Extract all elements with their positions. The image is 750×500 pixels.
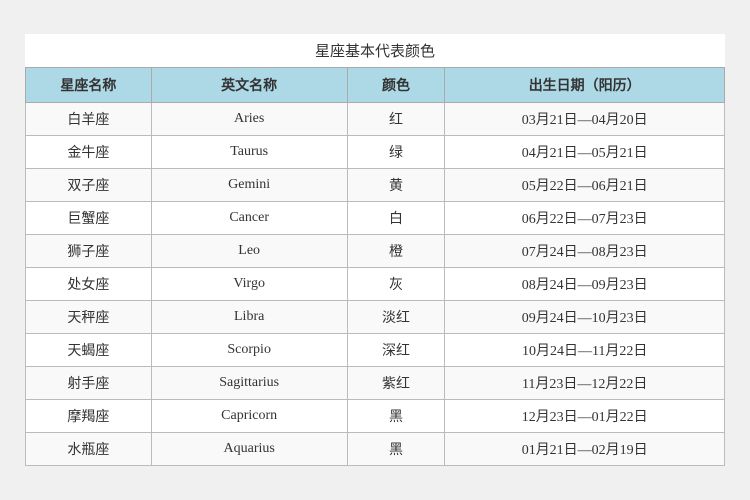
main-container: 星座基本代表颜色 星座名称 英文名称 颜色 出生日期（阳历） 白羊座Aries红… — [25, 34, 725, 466]
cell-date: 04月21日—05月21日 — [445, 136, 725, 169]
table-row: 射手座Sagittarius紫红11月23日—12月22日 — [26, 367, 725, 400]
table-row: 金牛座Taurus绿04月21日—05月21日 — [26, 136, 725, 169]
table-row: 狮子座Leo橙07月24日—08月23日 — [26, 235, 725, 268]
zodiac-table: 星座名称 英文名称 颜色 出生日期（阳历） 白羊座Aries红03月21日—04… — [25, 67, 725, 466]
cell-english-name: Taurus — [151, 136, 347, 169]
table-header-row: 星座名称 英文名称 颜色 出生日期（阳历） — [26, 68, 725, 103]
cell-chinese-name: 处女座 — [26, 268, 152, 301]
table-row: 摩羯座Capricorn黑12月23日—01月22日 — [26, 400, 725, 433]
header-date: 出生日期（阳历） — [445, 68, 725, 103]
cell-english-name: Scorpio — [151, 334, 347, 367]
cell-date: 10月24日—11月22日 — [445, 334, 725, 367]
cell-english-name: Cancer — [151, 202, 347, 235]
cell-chinese-name: 白羊座 — [26, 103, 152, 136]
cell-chinese-name: 摩羯座 — [26, 400, 152, 433]
table-row: 处女座Virgo灰08月24日—09月23日 — [26, 268, 725, 301]
table-row: 天蝎座Scorpio深红10月24日—11月22日 — [26, 334, 725, 367]
cell-english-name: Gemini — [151, 169, 347, 202]
cell-color: 深红 — [347, 334, 445, 367]
header-color: 颜色 — [347, 68, 445, 103]
cell-color: 黑 — [347, 433, 445, 466]
cell-chinese-name: 巨蟹座 — [26, 202, 152, 235]
cell-date: 11月23日—12月22日 — [445, 367, 725, 400]
cell-color: 紫红 — [347, 367, 445, 400]
cell-color: 淡红 — [347, 301, 445, 334]
cell-date: 03月21日—04月20日 — [445, 103, 725, 136]
cell-english-name: Leo — [151, 235, 347, 268]
cell-chinese-name: 射手座 — [26, 367, 152, 400]
table-row: 巨蟹座Cancer白06月22日—07月23日 — [26, 202, 725, 235]
cell-english-name: Aquarius — [151, 433, 347, 466]
table-row: 双子座Gemini黄05月22日—06月21日 — [26, 169, 725, 202]
cell-english-name: Virgo — [151, 268, 347, 301]
cell-date: 01月21日—02月19日 — [445, 433, 725, 466]
cell-chinese-name: 狮子座 — [26, 235, 152, 268]
header-chinese-name: 星座名称 — [26, 68, 152, 103]
cell-english-name: Sagittarius — [151, 367, 347, 400]
cell-chinese-name: 金牛座 — [26, 136, 152, 169]
cell-date: 08月24日—09月23日 — [445, 268, 725, 301]
header-english-name: 英文名称 — [151, 68, 347, 103]
cell-date: 05月22日—06月21日 — [445, 169, 725, 202]
cell-date: 09月24日—10月23日 — [445, 301, 725, 334]
cell-english-name: Libra — [151, 301, 347, 334]
cell-color: 白 — [347, 202, 445, 235]
cell-chinese-name: 双子座 — [26, 169, 152, 202]
table-row: 天秤座Libra淡红09月24日—10月23日 — [26, 301, 725, 334]
cell-color: 绿 — [347, 136, 445, 169]
cell-english-name: Aries — [151, 103, 347, 136]
cell-color: 橙 — [347, 235, 445, 268]
cell-date: 06月22日—07月23日 — [445, 202, 725, 235]
cell-color: 灰 — [347, 268, 445, 301]
cell-chinese-name: 水瓶座 — [26, 433, 152, 466]
cell-english-name: Capricorn — [151, 400, 347, 433]
cell-date: 07月24日—08月23日 — [445, 235, 725, 268]
table-row: 白羊座Aries红03月21日—04月20日 — [26, 103, 725, 136]
cell-chinese-name: 天秤座 — [26, 301, 152, 334]
page-title: 星座基本代表颜色 — [25, 34, 725, 67]
cell-color: 黄 — [347, 169, 445, 202]
cell-chinese-name: 天蝎座 — [26, 334, 152, 367]
cell-color: 红 — [347, 103, 445, 136]
table-row: 水瓶座Aquarius黑01月21日—02月19日 — [26, 433, 725, 466]
cell-color: 黑 — [347, 400, 445, 433]
cell-date: 12月23日—01月22日 — [445, 400, 725, 433]
